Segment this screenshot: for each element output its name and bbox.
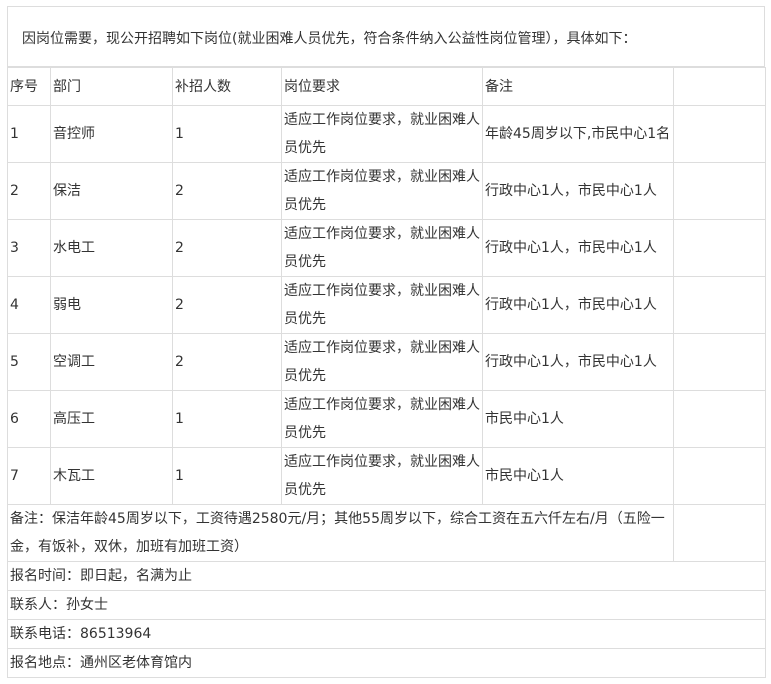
cell-no: 3: [7, 219, 51, 277]
table-row: 5 空调工 2 适应工作岗位要求，就业困难人员优先 行政中心1人，市民中心1人: [7, 333, 766, 391]
cell-requirement: 适应工作岗位要求，就业困难人员优先: [281, 219, 483, 277]
header-empty-cell: [673, 67, 766, 106]
cell-no: 6: [7, 390, 51, 448]
info-text: 联系人：孙女士: [7, 590, 766, 620]
table-row: 6 高压工 1 适应工作岗位要求，就业困难人员优先 市民中心1人: [7, 390, 766, 448]
row-empty-cell: [673, 162, 766, 220]
cell-remark: 年龄45周岁以下,市民中心1名: [482, 105, 674, 163]
cell-requirement: 适应工作岗位要求，就业困难人员优先: [281, 105, 483, 163]
cell-requirement: 适应工作岗位要求，就业困难人员优先: [281, 333, 483, 391]
cell-dept: 木瓦工: [50, 447, 173, 505]
row-empty-cell: [673, 447, 766, 505]
table-row: 4 弱电 2 适应工作岗位要求，就业困难人员优先 行政中心1人，市民中心1人: [7, 276, 766, 334]
row-empty-cell: [673, 276, 766, 334]
cell-dept: 水电工: [50, 219, 173, 277]
header-no: 序号: [7, 67, 51, 106]
cell-no: 4: [7, 276, 51, 334]
note-empty-cell: [673, 504, 766, 562]
info-row: 报名时间：即日起，名满为止: [7, 561, 766, 591]
cell-remark: 行政中心1人，市民中心1人: [482, 219, 674, 277]
cell-remark: 行政中心1人，市民中心1人: [482, 162, 674, 220]
table-row: 3 水电工 2 适应工作岗位要求，就业困难人员优先 行政中心1人，市民中心1人: [7, 219, 766, 277]
note-text: 备注：保洁年龄45周岁以下，工资待遇2580元/月；其他55周岁以下，综合工资在…: [7, 504, 674, 562]
cell-dept: 弱电: [50, 276, 173, 334]
table-header-row: 序号 部门 补招人数 岗位要求 备注: [7, 67, 766, 106]
cell-remark: 市民中心1人: [482, 390, 674, 448]
info-text: 报名时间：即日起，名满为止: [7, 561, 766, 591]
table-row: 1 音控师 1 适应工作岗位要求，就业困难人员优先 年龄45周岁以下,市民中心1名: [7, 105, 766, 163]
cell-dept: 高压工: [50, 390, 173, 448]
info-row: 报名地点：通州区老体育馆内: [7, 648, 766, 678]
cell-requirement: 适应工作岗位要求，就业困难人员优先: [281, 390, 483, 448]
cell-remark: 行政中心1人，市民中心1人: [482, 276, 674, 334]
cell-no: 1: [7, 105, 51, 163]
table-row: 2 保洁 2 适应工作岗位要求，就业困难人员优先 行政中心1人，市民中心1人: [7, 162, 766, 220]
cell-requirement: 适应工作岗位要求，就业困难人员优先: [281, 276, 483, 334]
cell-remark: 行政中心1人，市民中心1人: [482, 333, 674, 391]
cell-remark: 市民中心1人: [482, 447, 674, 505]
page: 因岗位需要，现公开招聘如下岗位(就业困难人员优先，符合条件纳入公益性岗位管理），…: [0, 0, 771, 684]
intro-text: 因岗位需要，现公开招聘如下岗位(就业困难人员优先，符合条件纳入公益性岗位管理），…: [7, 6, 765, 67]
cell-count: 2: [172, 219, 282, 277]
header-remark: 备注: [482, 67, 674, 106]
cell-requirement: 适应工作岗位要求，就业困难人员优先: [281, 162, 483, 220]
cell-requirement: 适应工作岗位要求，就业困难人员优先: [281, 447, 483, 505]
cell-count: 2: [172, 276, 282, 334]
info-text: 报名地点：通州区老体育馆内: [7, 648, 766, 678]
cell-count: 1: [172, 105, 282, 163]
cell-dept: 音控师: [50, 105, 173, 163]
cell-no: 2: [7, 162, 51, 220]
cell-count: 1: [172, 447, 282, 505]
row-empty-cell: [673, 390, 766, 448]
recruitment-table: 序号 部门 补招人数 岗位要求 备注 1 音控师 1 适应工作岗位要求，就业困难人员优…: [7, 67, 766, 678]
table-row: 7 木瓦工 1 适应工作岗位要求，就业困难人员优先 市民中心1人: [7, 447, 766, 505]
note-row: 备注：保洁年龄45周岁以下，工资待遇2580元/月；其他55周岁以下，综合工资在…: [7, 504, 766, 562]
info-row: 联系电话：86513964: [7, 619, 766, 649]
cell-count: 2: [172, 162, 282, 220]
info-row: 联系人：孙女士: [7, 590, 766, 620]
header-requirement: 岗位要求: [281, 67, 483, 106]
cell-no: 5: [7, 333, 51, 391]
info-text: 联系电话：86513964: [7, 619, 766, 649]
cell-dept: 空调工: [50, 333, 173, 391]
row-empty-cell: [673, 105, 766, 163]
cell-count: 1: [172, 390, 282, 448]
cell-count: 2: [172, 333, 282, 391]
header-dept: 部门: [50, 67, 173, 106]
cell-no: 7: [7, 447, 51, 505]
header-count: 补招人数: [172, 67, 282, 106]
cell-dept: 保洁: [50, 162, 173, 220]
recruitment-table-body: 序号 部门 补招人数 岗位要求 备注 1 音控师 1 适应工作岗位要求，就业困难人员优…: [7, 67, 766, 678]
row-empty-cell: [673, 219, 766, 277]
row-empty-cell: [673, 333, 766, 391]
